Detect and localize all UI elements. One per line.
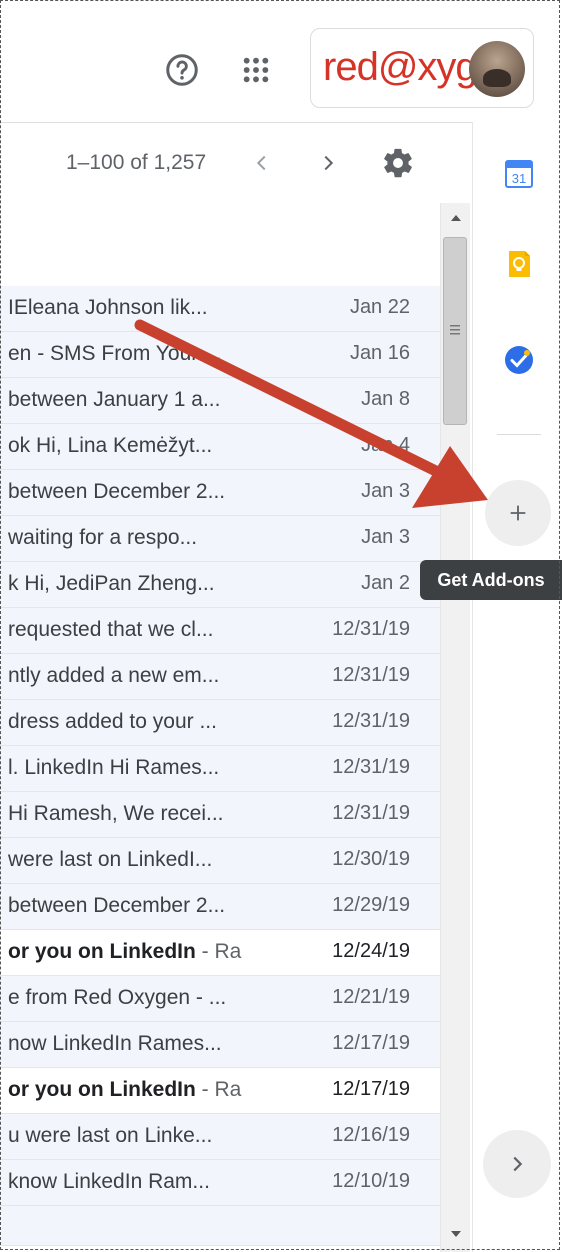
apps-grid-icon xyxy=(243,57,269,83)
avatar[interactable] xyxy=(469,41,525,97)
mail-snippet: ntly added a new em... xyxy=(8,664,220,687)
mail-row[interactable]: or you on LinkedIn - Ra 12/17/19 xyxy=(0,1068,440,1114)
mail-preview: - Ra xyxy=(195,940,242,963)
scroll-down-arrow-icon[interactable] xyxy=(449,1227,463,1241)
expand-side-panel-button[interactable] xyxy=(483,1130,551,1198)
mail-snippet: en - SMS From Your ... xyxy=(8,342,222,365)
mail-date: 12/16/19 xyxy=(332,1124,410,1146)
help-button[interactable] xyxy=(158,46,206,94)
newer-page-button[interactable] xyxy=(306,141,350,185)
mail-row[interactable]: l. LinkedIn Hi Rames... 12/31/19 xyxy=(0,746,440,792)
chevron-right-icon xyxy=(513,1156,523,1172)
mail-row[interactable]: ntly added a new em... 12/31/19 xyxy=(0,654,440,700)
mail-date: 12/30/19 xyxy=(332,848,410,870)
side-panel-divider xyxy=(497,434,541,435)
older-page-button[interactable] xyxy=(240,141,284,185)
mail-row[interactable]: between December 2... 12/29/19 xyxy=(0,884,440,930)
mail-snippet: ok Hi, Lina Kemėžyt... xyxy=(8,434,213,457)
plus-icon xyxy=(510,505,526,521)
mail-date: 12/31/19 xyxy=(332,756,410,778)
mail-snippet: between December 2... xyxy=(8,480,226,503)
list-header-blank xyxy=(0,203,440,286)
mail-date: 12/17/19 xyxy=(332,1032,410,1054)
mail-snippet: IEleana Johnson lik... xyxy=(8,296,208,319)
mail-row[interactable]: between December 2... Jan 3 xyxy=(0,470,440,516)
mail-date: Jan 8 xyxy=(361,388,410,410)
mail-row[interactable]: u were last on Linke... 12/16/19 xyxy=(0,1114,440,1160)
mail-date: 12/31/19 xyxy=(332,710,410,732)
mail-date: 12/17/19 xyxy=(332,1078,410,1100)
mail-row[interactable]: k Hi, JediPan Zheng... Jan 2 xyxy=(0,562,440,608)
account-chip[interactable]: red@xygen xyxy=(310,28,534,108)
mail-snippet: now LinkedIn Rames... xyxy=(8,1032,222,1055)
mail-row[interactable] xyxy=(0,1206,440,1246)
mail-snippet: were last on LinkedI... xyxy=(8,848,213,871)
mail-date: 12/29/19 xyxy=(332,894,410,916)
list-scrollbar[interactable] xyxy=(440,203,470,1252)
message-list: IEleana Johnson lik... Jan 22 en - SMS Fro… xyxy=(0,286,440,1252)
mail-snippet: Hi Ramesh, We recei... xyxy=(8,802,224,825)
mail-snippet: dress added to your ... xyxy=(8,710,217,733)
mail-snippet: waiting for a respo... xyxy=(8,526,198,549)
mail-row[interactable]: en - SMS From Your ... Jan 16 xyxy=(0,332,440,378)
mail-date: Jan 4 xyxy=(361,434,410,456)
mail-date: Jan 22 xyxy=(349,296,410,318)
mail-date: Jan 3 xyxy=(361,526,410,548)
top-header: red@xygen xyxy=(0,0,562,122)
settings-button[interactable] xyxy=(376,141,420,185)
mail-row[interactable]: waiting for a respo... Jan 3 xyxy=(0,516,440,562)
mail-snippet: between December 2... xyxy=(8,894,226,917)
mail-row[interactable]: or you on LinkedIn - Ra 12/24/19 xyxy=(0,930,440,976)
mail-snippet: l. LinkedIn Hi Rames... xyxy=(8,756,220,779)
gear-icon xyxy=(384,148,412,178)
addon-tooltip: Get Add-ons xyxy=(420,560,562,600)
mail-snippet: or you on LinkedIn - Ra xyxy=(8,940,258,964)
scroll-up-arrow-icon[interactable] xyxy=(449,211,463,225)
mail-date: 12/31/19 xyxy=(332,618,410,640)
chevron-left-icon xyxy=(256,155,266,171)
mail-row[interactable]: Hi Ramesh, We recei... 12/31/19 xyxy=(0,792,440,838)
grip-icon xyxy=(450,325,460,335)
tasks-check-icon[interactable] xyxy=(503,344,535,376)
mail-date: 12/31/19 xyxy=(332,802,410,824)
chevron-right-icon xyxy=(324,155,334,171)
scroll-thumb[interactable] xyxy=(443,237,467,425)
mail-snippet: e from Red Oxygen - ... xyxy=(8,986,227,1009)
mail-row[interactable]: dress added to your ... 12/31/19 xyxy=(0,700,440,746)
mail-row[interactable]: know LinkedIn Ram... 12/10/19 xyxy=(0,1160,440,1206)
mail-row[interactable]: now LinkedIn Rames... 12/17/19 xyxy=(0,1022,440,1068)
mail-snippet: or you on LinkedIn - Ra xyxy=(8,1078,258,1102)
mail-snippet: know LinkedIn Ram... xyxy=(8,1170,210,1193)
mail-row[interactable]: requested that we cl... 12/31/19 xyxy=(0,608,440,654)
mail-preview: - Ra xyxy=(195,1078,242,1101)
mail-date: Jan 2 xyxy=(361,572,410,594)
mail-date: Jan 16 xyxy=(349,342,410,364)
get-addons-button[interactable] xyxy=(485,480,551,546)
mail-row[interactable]: were last on LinkedI... 12/30/19 xyxy=(0,838,440,884)
mail-snippet: u were last on Linke... xyxy=(8,1124,213,1147)
apps-button[interactable] xyxy=(232,46,280,94)
pagination-range: 1–100 of 1,257 xyxy=(66,151,207,174)
calendar-icon[interactable]: 31 xyxy=(503,158,535,190)
mail-row[interactable]: between January 1 a... Jan 8 xyxy=(0,378,440,424)
mail-row[interactable]: IEleana Johnson lik... Jan 22 xyxy=(0,286,440,332)
list-toolbar: 1–100 of 1,257 xyxy=(0,123,472,203)
mail-date: 12/21/19 xyxy=(332,986,410,1008)
calendar-day: 31 xyxy=(512,171,526,186)
mail-snippet: between January 1 a... xyxy=(8,388,221,411)
mail-date: Jan 3 xyxy=(361,480,410,502)
mail-subject: or you on LinkedIn xyxy=(8,1078,196,1101)
side-panel: 31 xyxy=(472,122,562,1252)
help-circle-icon xyxy=(166,54,198,86)
mail-date: 12/10/19 xyxy=(332,1170,410,1192)
mail-date: 12/31/19 xyxy=(332,664,410,686)
mail-subject: or you on LinkedIn xyxy=(8,940,196,963)
mail-row[interactable]: ok Hi, Lina Kemėžyt... Jan 4 xyxy=(0,424,440,470)
mail-snippet: requested that we cl... xyxy=(8,618,214,641)
mail-row[interactable]: e from Red Oxygen - ... 12/21/19 xyxy=(0,976,440,1022)
mail-date: 12/24/19 xyxy=(332,940,410,962)
mail-snippet: k Hi, JediPan Zheng... xyxy=(8,572,215,595)
keep-bulb-icon[interactable] xyxy=(503,248,535,280)
